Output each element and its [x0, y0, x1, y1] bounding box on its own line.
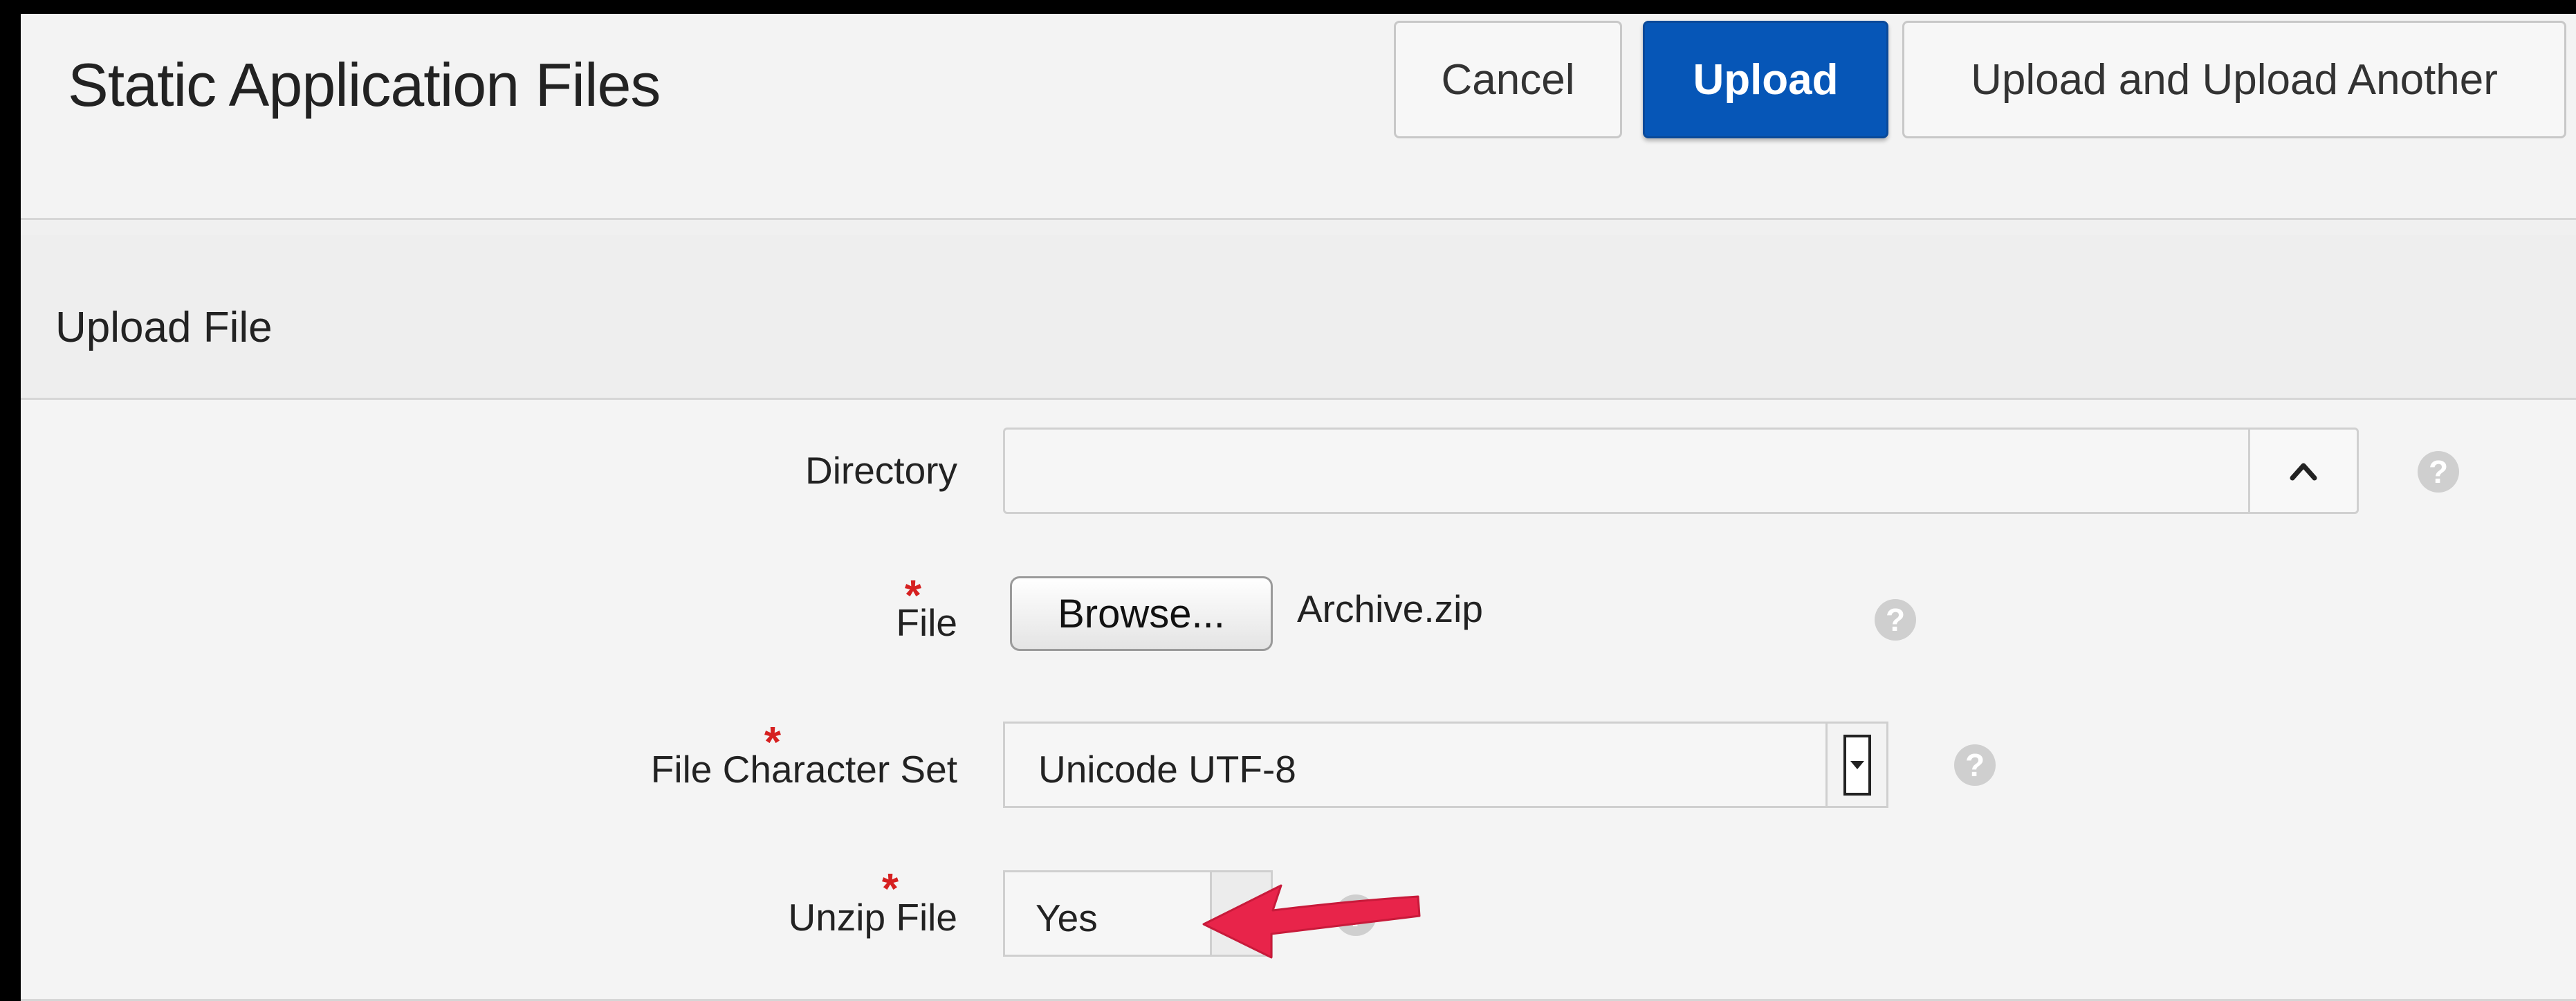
unzip-label: Unzip File — [788, 896, 957, 939]
annotation-arrow-icon — [1202, 884, 1421, 959]
page-title: Static Application Files — [68, 50, 661, 119]
charset-selected-value: Unicode UTF-8 — [1038, 748, 1296, 791]
dropdown-arrow-icon — [1843, 734, 1871, 796]
charset-help-icon[interactable]: ? — [1954, 744, 1996, 786]
charset-dropdown-button[interactable] — [1825, 724, 1886, 806]
directory-label: Directory — [804, 449, 957, 492]
unzip-selected-value: Yes — [1036, 897, 1098, 939]
file-label: File — [896, 601, 957, 644]
directory-input[interactable] — [1003, 428, 2272, 514]
divider — [21, 218, 2576, 220]
directory-toggle-button[interactable] — [2248, 428, 2359, 514]
upload-button[interactable]: Upload — [1643, 21, 1888, 138]
upload-and-upload-another-button[interactable]: Upload and Upload Another — [1902, 21, 2566, 138]
page-header: Static Application Files Cancel Upload U… — [21, 14, 2576, 218]
cancel-button[interactable]: Cancel — [1394, 21, 1622, 138]
charset-select[interactable]: Unicode UTF-8 — [1003, 722, 1888, 808]
upload-form: Directory ? * File Browse... Archive.zip… — [21, 400, 2576, 1001]
selected-file-name: Archive.zip — [1297, 587, 1483, 630]
directory-help-icon[interactable]: ? — [2418, 451, 2459, 493]
file-help-icon[interactable]: ? — [1875, 599, 1916, 641]
region-title: Upload File — [55, 304, 273, 351]
region-header: Upload File — [21, 235, 2576, 398]
charset-label: File Character Set — [650, 748, 957, 791]
browse-button[interactable]: Browse... — [1010, 576, 1273, 651]
chevron-up-icon — [2290, 463, 2317, 480]
app-window: Static Application Files Cancel Upload U… — [21, 14, 2576, 1001]
